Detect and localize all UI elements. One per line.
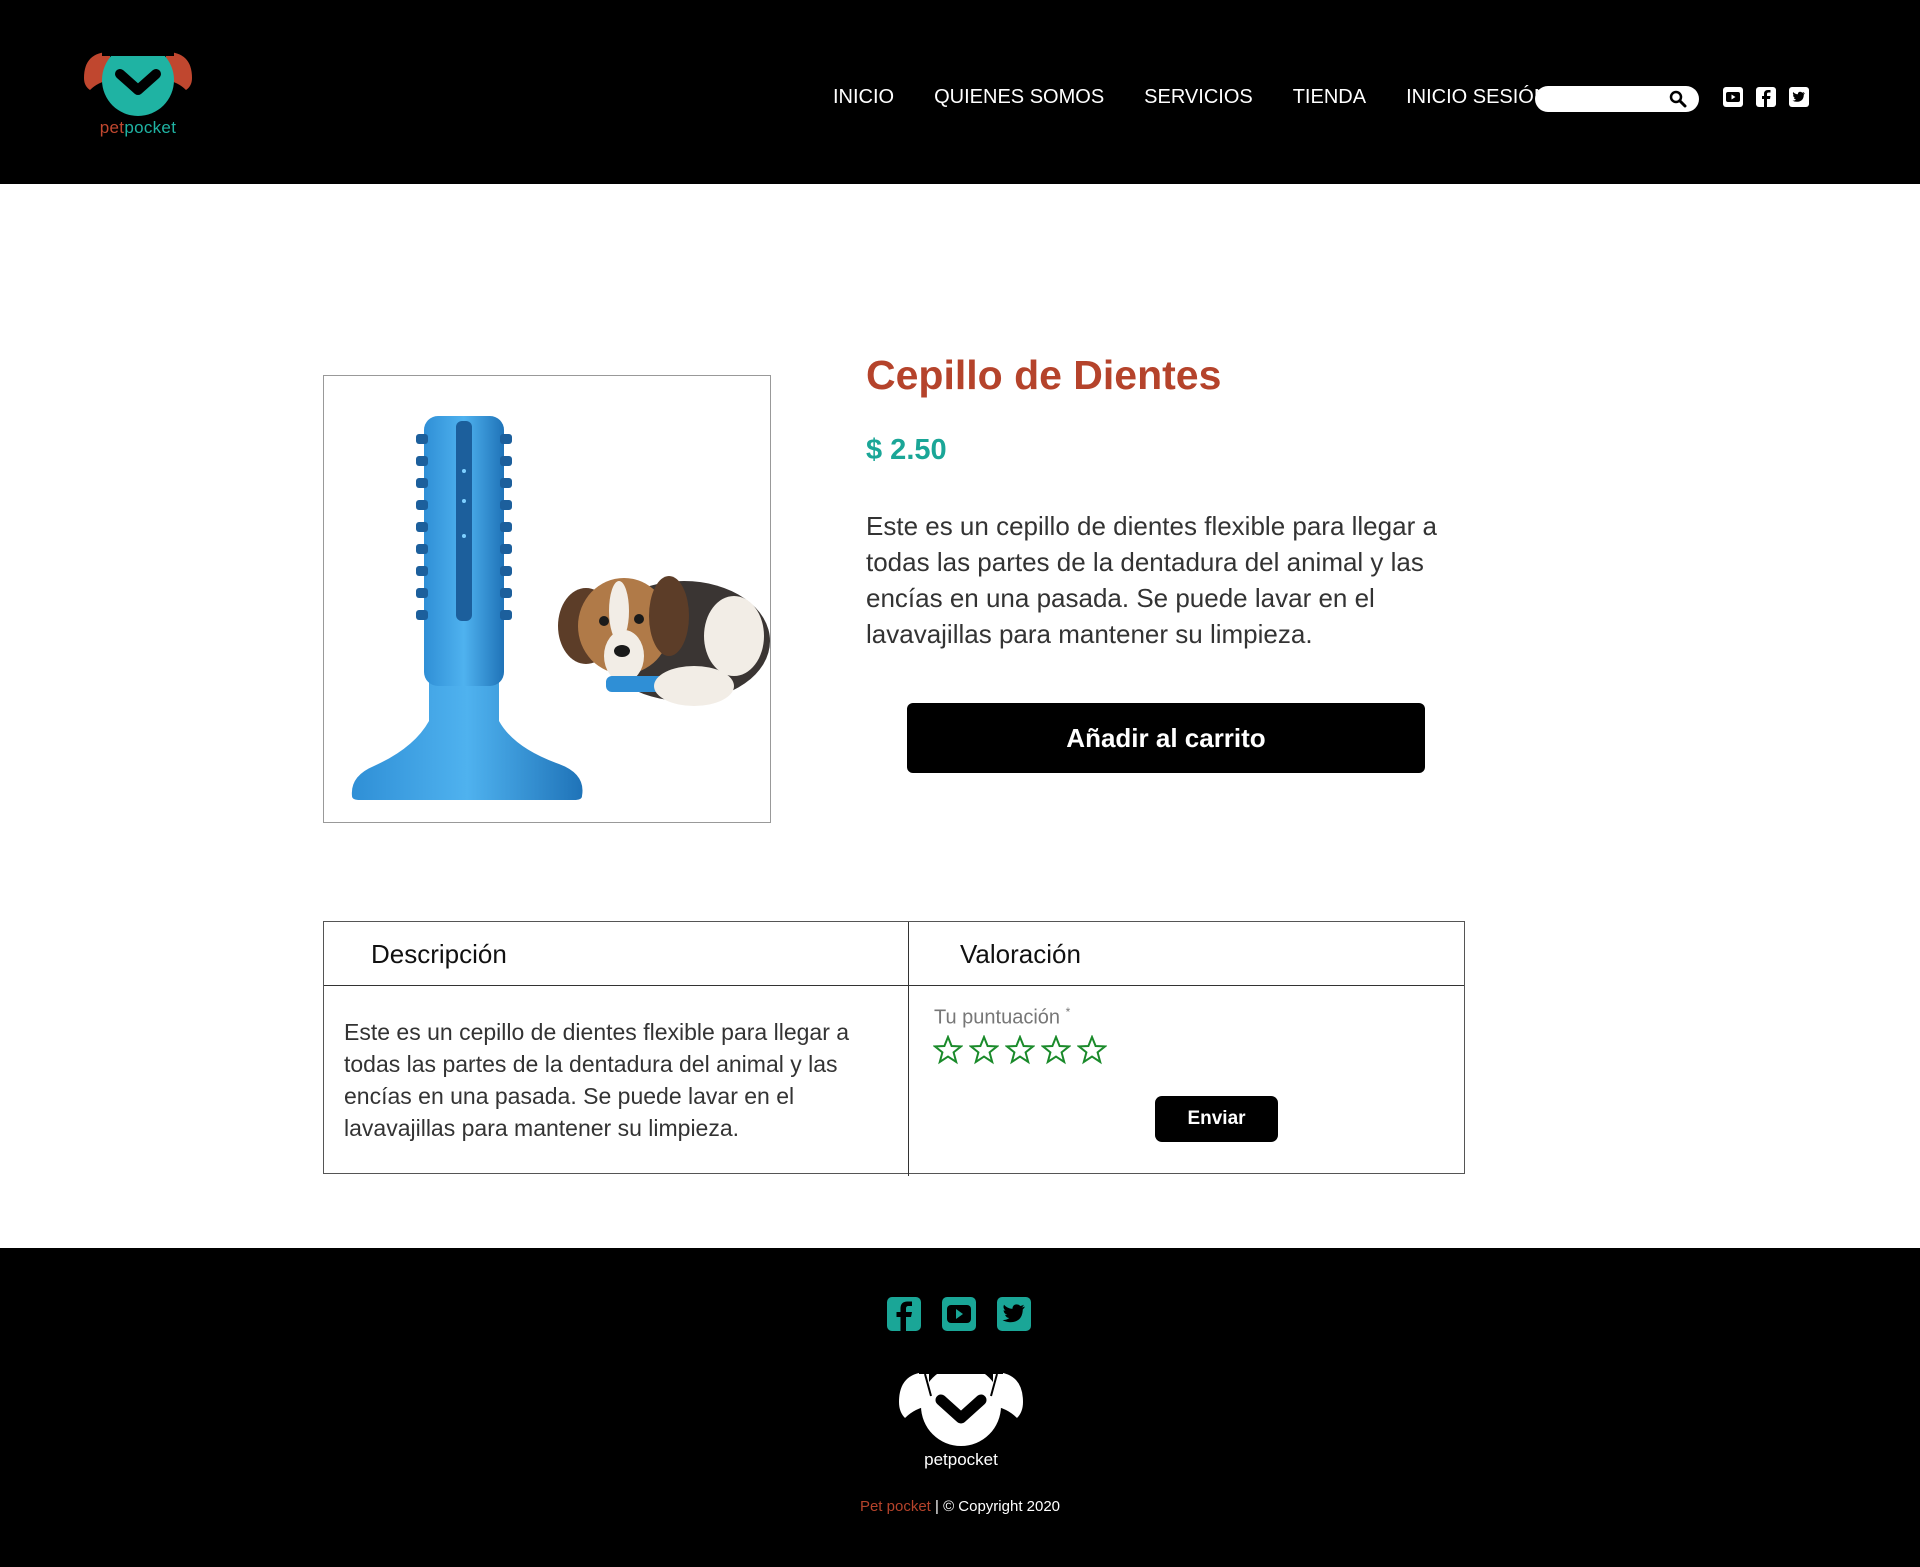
footer-petpocket-logo[interactable]: petpocket xyxy=(895,1366,1027,1469)
nav-item-inicio[interactable]: INICIO xyxy=(833,86,894,109)
product-price: $ 2.50 xyxy=(866,434,947,466)
footer-brand-link[interactable]: Pet pocket xyxy=(860,1498,931,1515)
nav-item-tienda[interactable]: TIENDA xyxy=(1293,86,1366,109)
footer-logo-mark-icon xyxy=(899,1366,1023,1446)
star-icon[interactable] xyxy=(1076,1034,1108,1065)
youtube-icon[interactable] xyxy=(1722,86,1744,108)
search-icon[interactable] xyxy=(1669,90,1687,108)
product-image xyxy=(323,375,771,823)
star-rating xyxy=(932,1034,1108,1065)
send-rating-button[interactable]: Enviar xyxy=(1155,1096,1278,1142)
star-icon[interactable] xyxy=(968,1034,1000,1065)
site-header: petpocket INICIO QUIENES SOMOS SERVICIOS… xyxy=(0,0,1920,184)
youtube-icon[interactable] xyxy=(940,1295,978,1333)
product-details-table: Descripción Valoración Este es un cepill… xyxy=(323,921,1465,1176)
star-icon[interactable] xyxy=(1004,1034,1036,1065)
header-social-links xyxy=(1722,86,1810,108)
copyright-line: Pet pocket | © Copyright 2020 xyxy=(0,1498,1920,1515)
nav-item-servicios[interactable]: SERVICIOS xyxy=(1144,86,1253,109)
score-label-text: Tu puntuación xyxy=(934,1006,1061,1029)
petpocket-logo[interactable]: petpocket xyxy=(80,44,196,140)
site-footer: petpocket Pet pocket | © Copyright 2020 xyxy=(0,1248,1920,1567)
tab-description[interactable]: Descripción xyxy=(371,939,507,970)
twitter-icon[interactable] xyxy=(995,1295,1033,1333)
column-divider xyxy=(908,922,909,1176)
add-to-cart-button[interactable]: Añadir al carrito xyxy=(907,703,1425,773)
search-input[interactable] xyxy=(1535,86,1699,112)
twitter-icon[interactable] xyxy=(1788,86,1810,108)
star-icon[interactable] xyxy=(1040,1034,1072,1065)
nav-item-quienes-somos[interactable]: QUIENES SOMOS xyxy=(934,86,1104,109)
footer-social-links xyxy=(885,1295,1033,1333)
product-description: Este es un cepillo de dientes flexible p… xyxy=(866,511,1437,649)
footer-logo-text: petpocket xyxy=(924,1450,998,1469)
logo-text-pocket: pocket xyxy=(124,118,177,137)
tab-rating[interactable]: Valoración xyxy=(960,939,1081,970)
logo-mark-icon xyxy=(84,44,192,116)
score-label: Tu puntuación * xyxy=(934,1005,1070,1030)
product-title: Cepillo de Dientes xyxy=(866,352,1222,398)
copyright-text: | © Copyright 2020 xyxy=(930,1498,1061,1515)
product-toothbrush-illustration xyxy=(351,416,770,800)
logo-text-pet: pet xyxy=(99,118,125,137)
description-text: Este es un cepillo de dientes flexible p… xyxy=(344,1019,850,1141)
star-icon[interactable] xyxy=(932,1034,964,1065)
header-divider xyxy=(324,985,1464,986)
required-marker: * xyxy=(1065,1005,1071,1019)
main-nav: INICIO QUIENES SOMOS SERVICIOS TIENDA IN… xyxy=(833,86,1588,109)
nav-item-inicio-sesion[interactable]: INICIO SESIÓN xyxy=(1406,86,1548,109)
facebook-icon[interactable] xyxy=(885,1295,923,1333)
facebook-icon[interactable] xyxy=(1755,86,1777,108)
